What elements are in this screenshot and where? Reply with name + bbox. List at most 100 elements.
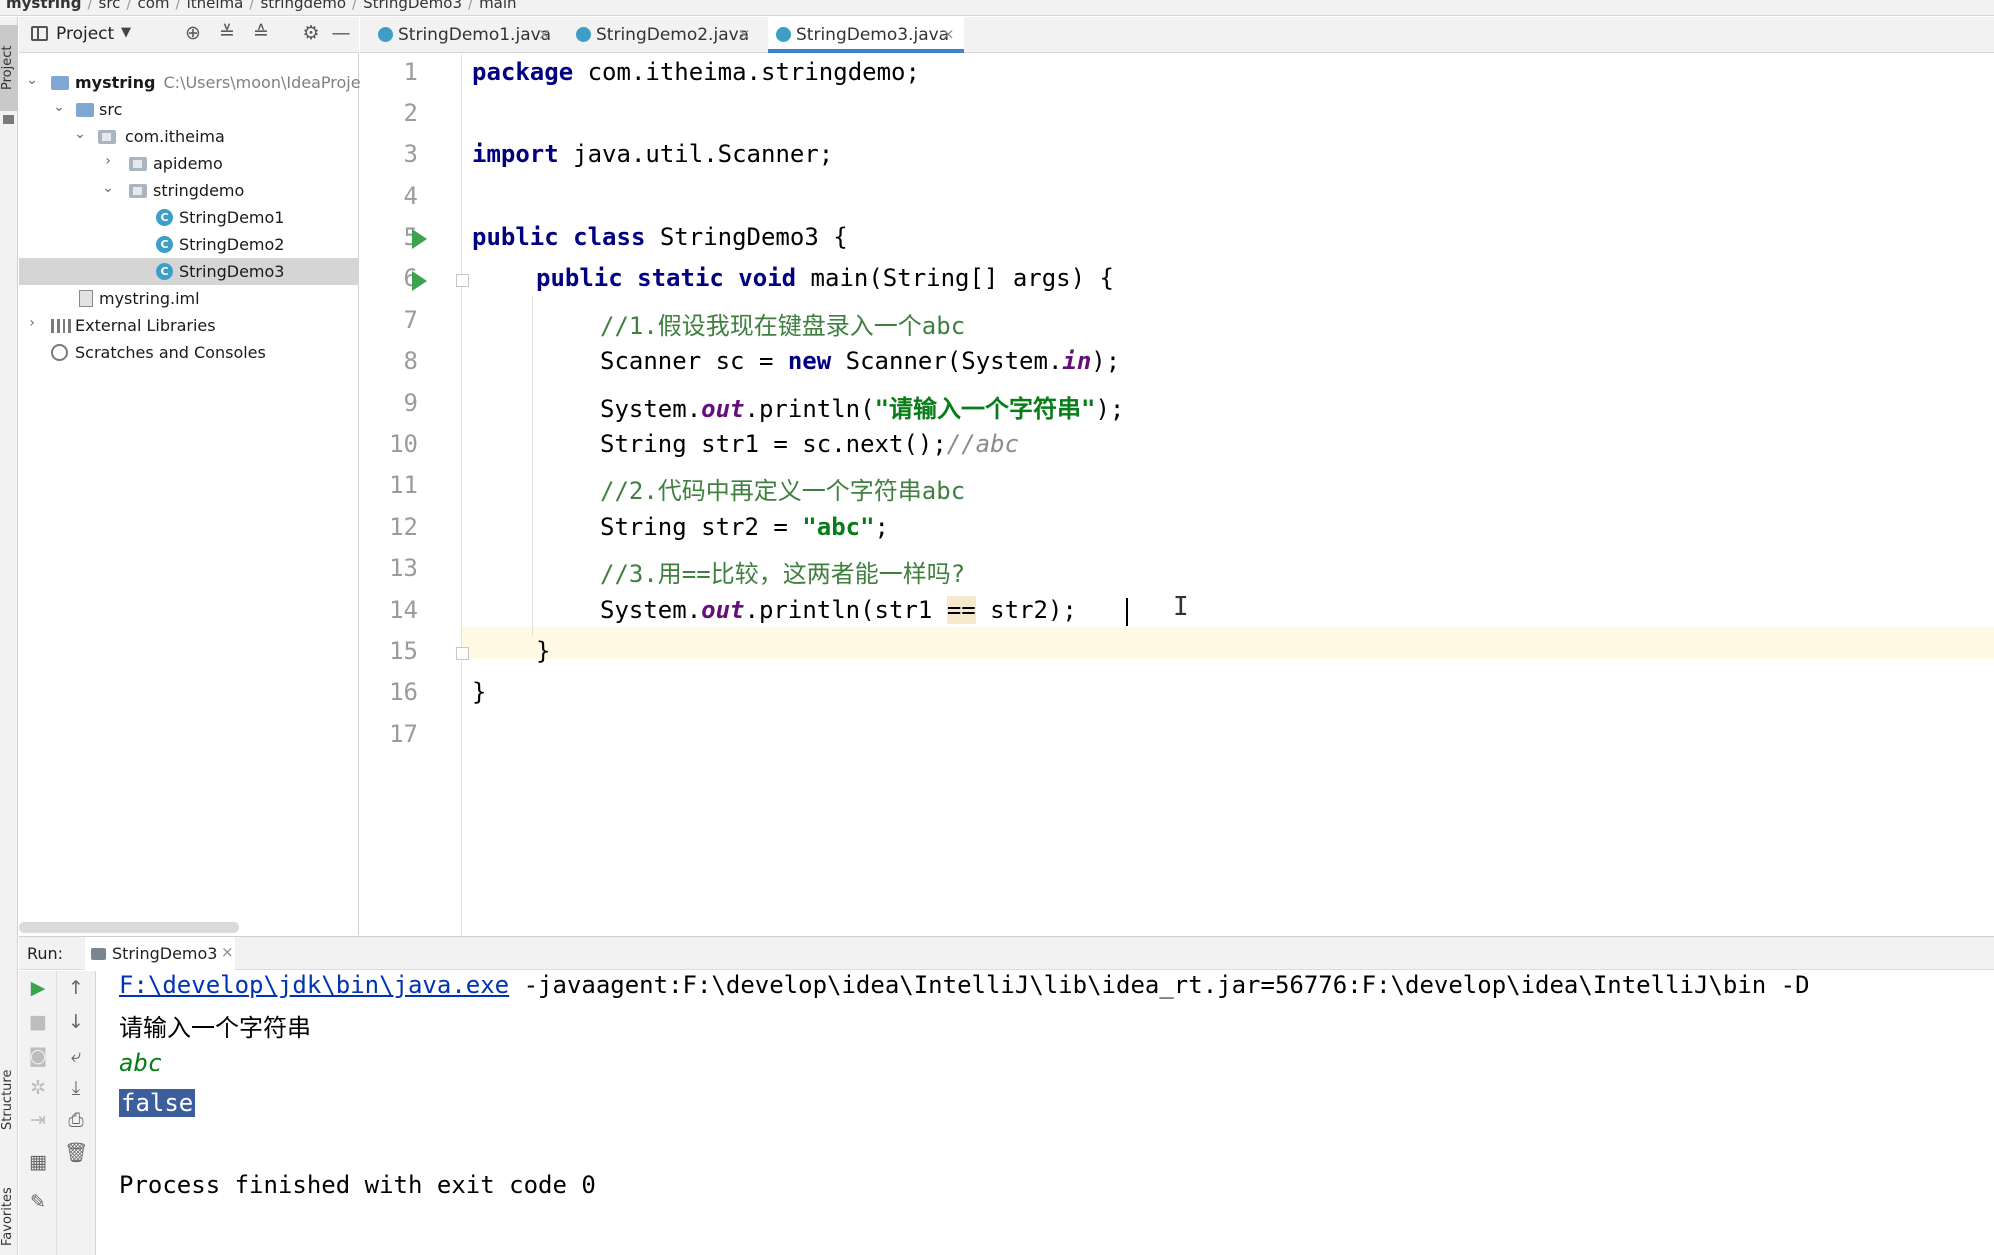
close-icon[interactable]: × [738, 25, 751, 43]
project-tool-icon [3, 115, 14, 124]
java-exe-link[interactable]: F:\develop\jdk\bin\java.exe [119, 971, 509, 999]
chevron-down-icon[interactable]: ⌄ [73, 126, 87, 142]
tab-stringdemo3[interactable]: StringDemo3.java × [768, 17, 964, 53]
rerun-icon[interactable]: ▶ [19, 977, 57, 999]
run-class-icon[interactable] [412, 229, 427, 249]
tree-item-mystring-iml[interactable]: mystring.iml [19, 285, 359, 312]
side-tab-favorites[interactable]: Favorites [0, 1177, 18, 1255]
run-toolbar-primary: ▶ ■ ◙ ✲ ⇥ ▦ ✎ [19, 971, 57, 1255]
tree-item-external-libraries[interactable]: › External Libraries [19, 312, 359, 339]
line-number: 13 [389, 554, 418, 582]
trash-icon[interactable]: 🗑 [57, 1141, 95, 1164]
code-text: Scanner(System. [831, 347, 1063, 375]
tree-item-apidemo[interactable]: › apidemo [19, 150, 359, 177]
class-icon: C [156, 236, 173, 253]
code-line-3: import java.util.Scanner; [472, 140, 833, 168]
fold-icon[interactable] [456, 274, 469, 287]
chevron-right-icon[interactable]: › [101, 153, 115, 169]
collapse-all-icon[interactable]: ≙ [250, 22, 272, 44]
console-exit-message: Process finished with exit code 0 [119, 1171, 596, 1199]
close-icon[interactable]: × [942, 25, 955, 43]
code-line-14: System.out.println(str1 == str2); [600, 596, 1077, 624]
code-text: .println( [744, 395, 875, 423]
class-declaration: StringDemo3 { [645, 223, 848, 251]
static-field: in [1062, 347, 1092, 375]
tree-item-stringdemo3[interactable]: C StringDemo3 [19, 258, 359, 285]
method-signature: main(String[] args) { [796, 264, 1114, 292]
pin-icon[interactable]: ✎ [19, 1191, 57, 1213]
line-number: 10 [389, 430, 418, 458]
hide-icon[interactable]: — [330, 22, 352, 44]
close-icon[interactable]: × [538, 25, 551, 43]
chevron-down-icon[interactable]: ⌄ [52, 99, 66, 115]
close-icon[interactable]: × [221, 943, 234, 961]
breadcrumb-class[interactable]: StringDemo3 [363, 0, 462, 12]
tree-item-scratches[interactable]: Scratches and Consoles [19, 339, 359, 366]
code-text: .println(str1 [744, 596, 947, 624]
line-number: 9 [403, 389, 418, 417]
scroll-to-end-icon[interactable]: ⤓ [57, 1077, 95, 1099]
arrow-up-icon[interactable]: ↑ [57, 977, 95, 999]
chevron-down-icon[interactable]: ⌄ [101, 180, 115, 196]
locate-icon[interactable]: ⊕ [182, 22, 204, 44]
tab-stringdemo1[interactable]: StringDemo1.java × [370, 17, 558, 53]
chevron-down-icon[interactable]: ▼ [121, 25, 131, 40]
fold-icon[interactable] [456, 647, 469, 660]
chevron-right-icon[interactable]: › [25, 315, 39, 331]
tree-item-com-itheima[interactable]: ⌄ com.itheima [19, 123, 359, 150]
chevron-down-icon[interactable]: ⌄ [25, 72, 39, 88]
print-icon[interactable]: ⎙ [57, 1109, 95, 1131]
camera-icon[interactable]: ◙ [19, 1045, 57, 1067]
arrow-down-icon[interactable]: ↓ [57, 1011, 95, 1033]
text-caret [1126, 598, 1128, 626]
keyword-public-class: public class [472, 223, 646, 251]
class-icon [776, 27, 791, 42]
horizontal-scrollbar[interactable] [19, 922, 239, 933]
tree-item-stringdemo1[interactable]: C StringDemo1 [19, 204, 359, 231]
side-tab-structure[interactable]: Structure [0, 1057, 18, 1143]
run-toolbar-secondary: ↑ ↓ ⤶ ⤓ ⎙ 🗑 [57, 971, 96, 1255]
breadcrumb-project[interactable]: mystring [6, 0, 81, 12]
string-literal: "abc" [802, 513, 875, 541]
indent-guide [532, 296, 533, 636]
run-tab-label: StringDemo3 [112, 944, 218, 963]
breadcrumb-itheima[interactable]: itheima [187, 0, 244, 12]
tree-item-stringdemo2[interactable]: C StringDemo2 [19, 231, 359, 258]
code-line-9: System.out.println("请输入一个字符串"); [600, 389, 1124, 424]
code-line-13: //3.用==比较，这两者能一样吗? [600, 560, 966, 588]
stop-icon[interactable]: ■ [19, 1011, 57, 1033]
library-icon [51, 319, 71, 333]
class-icon [378, 27, 393, 42]
code-editor[interactable]: 1 2 3 4 5 6 7 8 9 10 11 12 13 14 15 16 1… [360, 54, 1994, 935]
breadcrumb-src[interactable]: src [99, 0, 121, 12]
class-icon: C [156, 263, 173, 280]
gear-icon[interactable]: ⚙ [300, 22, 322, 44]
import-name: java.util.Scanner; [558, 140, 834, 168]
soft-wrap-icon[interactable]: ⤶ [57, 1045, 95, 1067]
breadcrumb-stringdemo[interactable]: stringdemo [260, 0, 346, 12]
tab-label: StringDemo2.java [596, 25, 750, 45]
console-prompt: 请输入一个字符串 [119, 1014, 311, 1042]
tree-item-stringdemo[interactable]: ⌄ stringdemo [19, 177, 359, 204]
layout-icon[interactable]: ▦ [19, 1151, 57, 1173]
tab-stringdemo2[interactable]: StringDemo2.java × [568, 17, 760, 53]
exit-icon[interactable]: ⇥ [19, 1109, 57, 1131]
run-console[interactable]: F:\develop\jdk\bin\java.exe -javaagent:F… [97, 971, 1994, 1255]
project-view-selector[interactable]: Project [56, 24, 114, 44]
run-main-icon[interactable] [412, 271, 427, 291]
code-line-7: //1.假设我现在键盘录入一个abc [600, 312, 966, 340]
settings-icon[interactable]: ✲ [19, 1077, 57, 1099]
tree-item-src[interactable]: ⌄ src [19, 96, 359, 123]
keyword-package: package [472, 58, 574, 86]
breadcrumb-method[interactable]: main [479, 0, 516, 12]
tree-label: Scratches and Consoles [75, 343, 266, 362]
run-tab-stringdemo3[interactable]: StringDemo3 × [85, 937, 235, 971]
line-number: 2 [403, 99, 418, 127]
tree-item-mystring[interactable]: ⌄ mystring C:\Users\moon\IdeaProjec [19, 69, 369, 96]
breadcrumb-com[interactable]: com [138, 0, 170, 12]
console-command-line: F:\develop\jdk\bin\java.exe -javaagent:F… [119, 971, 1810, 999]
console-result-selected: false [119, 1089, 196, 1117]
expand-all-icon[interactable]: ≚ [216, 22, 238, 44]
code-line-8: Scanner sc = new Scanner(System.in); [600, 347, 1120, 375]
side-tab-project[interactable]: Project [0, 25, 18, 111]
